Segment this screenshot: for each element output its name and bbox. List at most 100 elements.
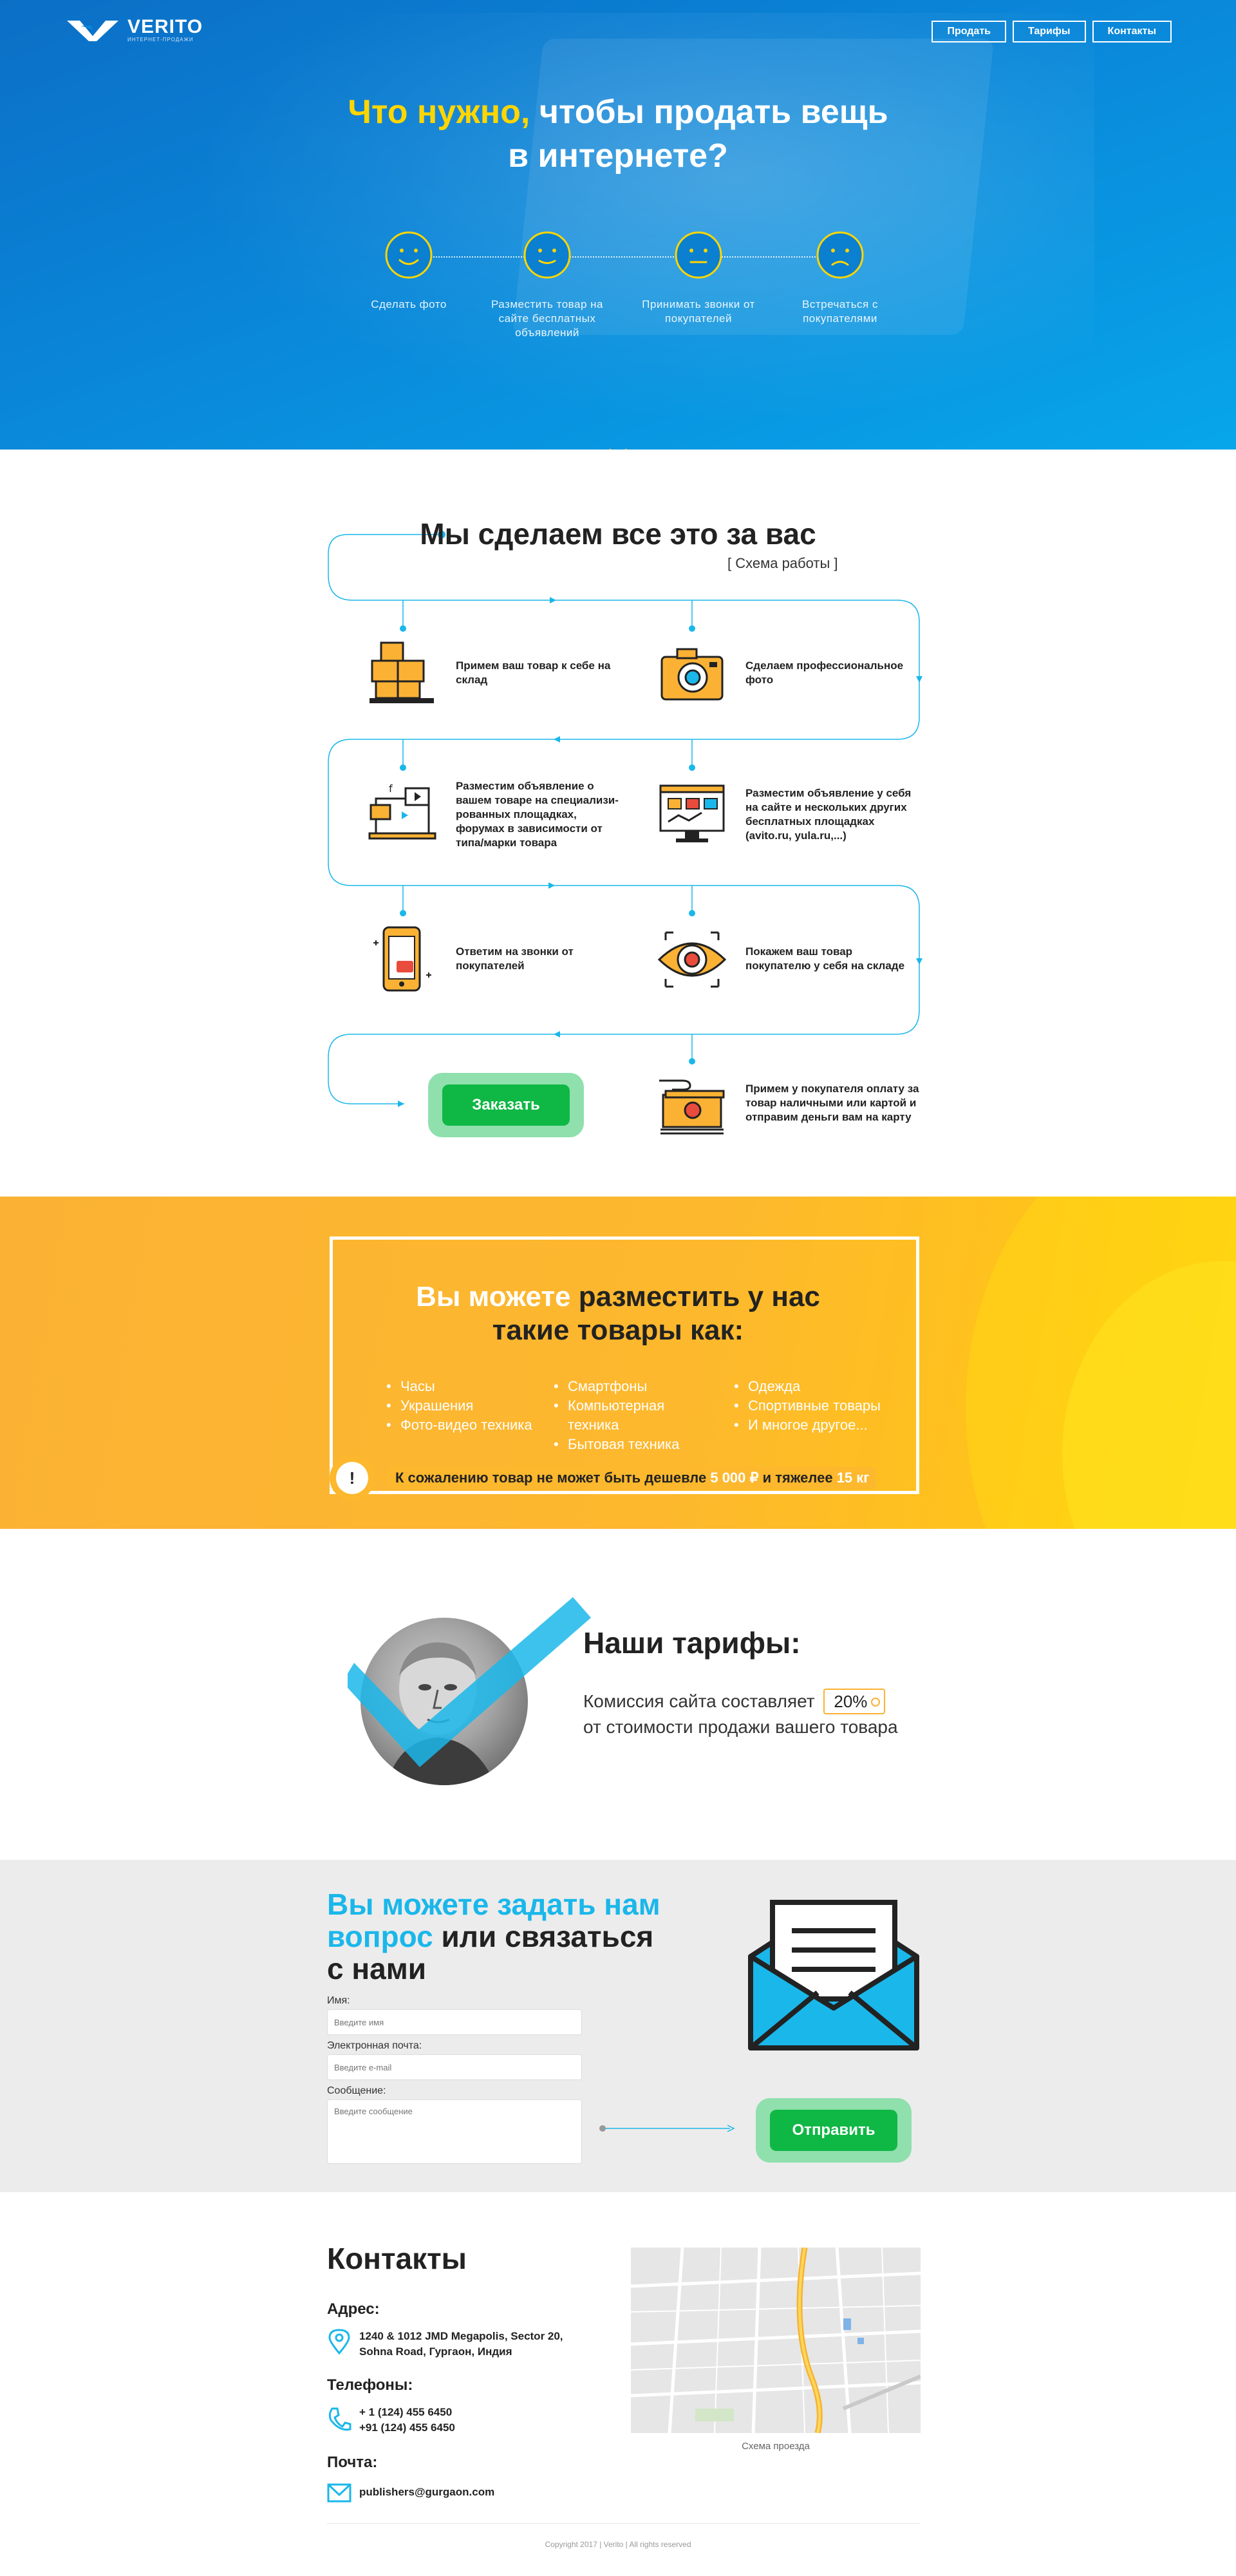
goods-section: Вы можете разместить у нас такие товары … bbox=[0, 1197, 1236, 1529]
neutral-face-icon bbox=[675, 231, 722, 279]
contact-form-title: Вы можете задать нам вопрос или связатьс… bbox=[327, 1888, 726, 1985]
happy-face-icon bbox=[385, 231, 433, 279]
order-button[interactable]: Заказать bbox=[442, 1084, 570, 1126]
footer-divider bbox=[327, 2523, 921, 2524]
hero-title-line2: в интернете? bbox=[508, 137, 728, 175]
email-input[interactable] bbox=[327, 2054, 582, 2080]
goods-title: Вы можете разместить у нас такие товары … bbox=[0, 1280, 1236, 1347]
nav-tariffs-button[interactable]: Тарифы bbox=[1013, 21, 1086, 43]
nav-sell-button[interactable]: Продать bbox=[932, 21, 1006, 43]
hero-section: VERITO ИНТЕРНЕТ-ПРОДАЖИ Продать Тарифы К… bbox=[0, 0, 1236, 450]
warning-weight: 15 кг bbox=[836, 1470, 870, 1486]
top-nav: Продать Тарифы Контакты bbox=[932, 21, 1172, 43]
laptop-ads-icon: f bbox=[368, 782, 436, 840]
goods-column: Смартфоны Компьютерная техника Бытовая т… bbox=[554, 1377, 713, 1454]
process-item: Примем ваш товар к себе на склад bbox=[367, 638, 623, 708]
nav-contacts-button[interactable]: Контакты bbox=[1092, 21, 1172, 43]
phone-icon bbox=[328, 2407, 351, 2431]
arrow-right-icon bbox=[599, 2125, 735, 2132]
logo-v-icon bbox=[67, 21, 118, 41]
address-label: Адрес: bbox=[327, 2300, 380, 2318]
tariffs-section: Наши тарифы: Комиссия сайта составляет 2… bbox=[0, 1529, 1236, 1860]
warning-text: К сожалению товар не может быть дешевле … bbox=[389, 1467, 876, 1489]
address-line: 1240 & 1012 JMD Megapolis, Sector 20, bbox=[359, 2330, 563, 2342]
contact-form-section: Вы можете задать нам вопрос или связатьс… bbox=[0, 1860, 1236, 2192]
phone-call-icon bbox=[373, 926, 431, 992]
tariffs-line2: от стоимости продажи вашего товара bbox=[583, 1717, 898, 1737]
step-meet: Встречаться с покупателями bbox=[776, 229, 904, 326]
exclamation-icon: ! bbox=[336, 1462, 368, 1494]
envelope-icon bbox=[748, 1900, 919, 2050]
goods-column: Одежда Спортивные товары И многое другое… bbox=[734, 1377, 901, 1454]
form-title-dark: или связаться bbox=[433, 1920, 654, 1953]
email-link[interactable]: publishers@gurgaon.com bbox=[359, 2485, 494, 2500]
warning-price: 5 000 ₽ bbox=[710, 1470, 759, 1486]
goods-item: Спортивные товары bbox=[734, 1396, 901, 1416]
phone-number[interactable]: +91 (124) 455 6450 bbox=[359, 2420, 455, 2436]
goods-frame bbox=[330, 1236, 919, 1494]
process-item-text: Ответим на звонки от покупателей bbox=[456, 945, 574, 972]
process-item-text: Покажем ваш товар покупателю у себя на с… bbox=[745, 945, 905, 972]
location-map[interactable] bbox=[631, 2248, 921, 2433]
tariffs-line1: Комиссия сайта составляет bbox=[583, 1691, 815, 1711]
goods-item: Часы bbox=[386, 1377, 533, 1396]
camera-icon bbox=[660, 648, 724, 701]
goods-item: Смартфоны bbox=[554, 1377, 713, 1396]
hero-steps: Сделать фото Разместить товар на сайте б… bbox=[344, 229, 892, 345]
goods-column: Часы Украшения Фото-видео техника bbox=[386, 1377, 533, 1454]
process-item: Сделаем профессиональное фото bbox=[657, 638, 913, 708]
goods-title-dark: разместить у нас bbox=[570, 1281, 820, 1312]
warning-mid: и тяжелее bbox=[758, 1470, 837, 1486]
goods-item: Бытовая техника bbox=[554, 1435, 713, 1454]
step-label: Встречаться с покупателями bbox=[802, 298, 878, 325]
form-title-blue2: вопрос bbox=[327, 1920, 433, 1953]
step-photo: Сделать фото bbox=[344, 229, 473, 312]
goods-warning: ! К сожалению товар не может быть дешевл… bbox=[336, 1462, 876, 1494]
send-button[interactable]: Отправить bbox=[770, 2110, 897, 2151]
process-item-text: Разместим объявление у себя на сайте и н… bbox=[745, 787, 912, 842]
goods-item: Компьютерная техника bbox=[554, 1396, 713, 1435]
percent-tag: 20% bbox=[823, 1689, 886, 1714]
copyright: Copyright 2017 | Verito | All rights res… bbox=[545, 2540, 691, 2549]
message-label: Сообщение: bbox=[327, 2085, 386, 2096]
smile-face-icon bbox=[523, 231, 571, 279]
process-item: Покажем ваш товар покупателю у себя на с… bbox=[657, 923, 913, 994]
step-label: Принимать звонки от покупателей bbox=[642, 298, 755, 325]
monitor-shop-icon bbox=[659, 784, 725, 842]
name-input[interactable] bbox=[327, 2009, 582, 2035]
goods-title-white: Вы можете bbox=[416, 1281, 571, 1312]
warehouse-boxes-icon bbox=[370, 641, 434, 703]
logo[interactable]: VERITO ИНТЕРНЕТ-ПРОДАЖИ bbox=[66, 17, 203, 43]
process-item: Примем у покупателя оплату за товар нали… bbox=[657, 1068, 945, 1139]
process-subtitle: [ Схема работы ] bbox=[727, 555, 838, 571]
goods-title-line2: такие товары как: bbox=[492, 1314, 744, 1346]
form-title-dark2: с нами bbox=[327, 1952, 427, 1985]
mail-icon bbox=[327, 2483, 351, 2503]
location-pin-icon bbox=[328, 2329, 350, 2354]
checkmark-icon bbox=[348, 1597, 591, 1767]
hero-title-accent: Что нужно, bbox=[348, 93, 530, 131]
message-textarea[interactable] bbox=[327, 2099, 582, 2164]
send-button-halo: Отправить bbox=[756, 2098, 912, 2163]
hero-title-rest: чтобы продать вещь bbox=[530, 93, 888, 131]
step-label: Разместить товар на сайте бесплатных объ… bbox=[491, 298, 603, 339]
goods-item: И многое другое... bbox=[734, 1416, 901, 1435]
phone-number[interactable]: + 1 (124) 455 6450 bbox=[359, 2405, 452, 2420]
contacts-section: Контакты Адрес: 1240 & 1012 JMD Megapoli… bbox=[0, 2192, 1236, 2576]
process-item-text: Сделаем профессиональное фото bbox=[745, 659, 904, 686]
map-streets bbox=[631, 2248, 921, 2433]
mail-label: Почта: bbox=[327, 2454, 378, 2471]
step-calls: Принимать звонки от покупателей bbox=[634, 229, 763, 326]
goods-item: Украшения bbox=[386, 1396, 533, 1416]
process-item: Ответим на звонки от покупателей bbox=[367, 923, 623, 994]
hero-title: Что нужно, чтобы продать вещь в интернет… bbox=[0, 90, 1236, 178]
name-label: Имя: bbox=[327, 1995, 350, 2006]
process-section: Мы сделаем все это за вас [ Схема работы… bbox=[0, 450, 1236, 1197]
brand-name: VERITO bbox=[127, 15, 203, 37]
svg-text:f: f bbox=[389, 782, 393, 795]
goods-item: Одежда bbox=[734, 1377, 901, 1396]
address-line: Sohna Road, Гургаон, Индия bbox=[359, 2345, 512, 2358]
contacts-title: Контакты bbox=[327, 2242, 467, 2275]
phones-label: Телефоны: bbox=[327, 2376, 413, 2394]
sad-face-icon bbox=[816, 231, 864, 279]
